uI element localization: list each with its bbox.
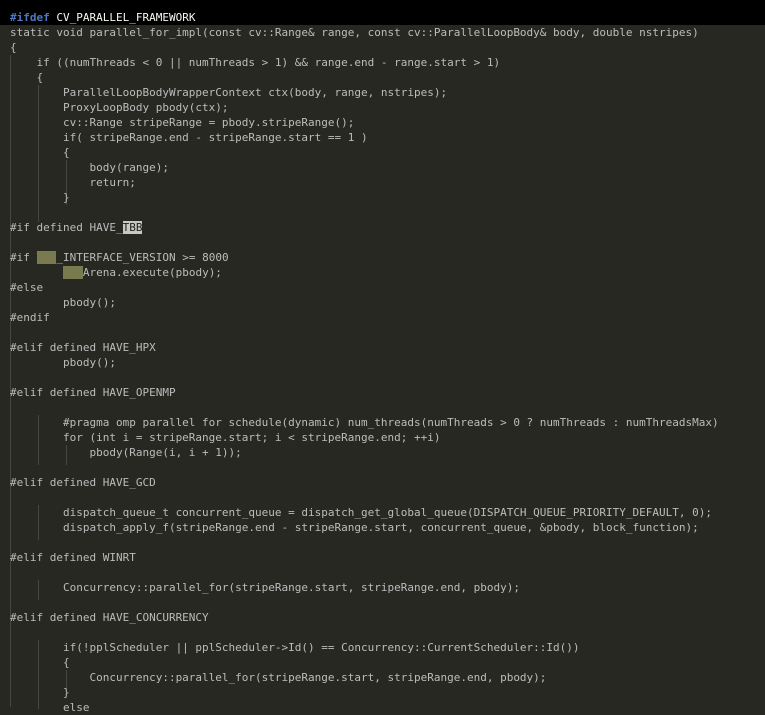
code-line[interactable]: { [10, 655, 70, 670]
code-line[interactable]: #if TBB_INTERFACE_VERSION >= 8000 [10, 250, 229, 265]
code-line[interactable]: #elif defined HAVE_GCD [10, 475, 156, 490]
code-line[interactable]: dispatch_apply_f(stripeRange.end - strip… [10, 520, 699, 535]
code-line[interactable]: { [10, 70, 43, 85]
code-line[interactable]: static void parallel_for_impl(const cv::… [10, 25, 699, 40]
code-text: _INTERFACE_VERSION >= 8000 [56, 251, 229, 264]
code-line[interactable]: #elif defined WINRT [10, 550, 136, 565]
code-text: #if [10, 251, 37, 264]
code-line[interactable]: Concurrency::parallel_for(stripeRange.st… [10, 580, 520, 595]
search-match-highlight: TBB [62, 266, 83, 279]
code-line[interactable]: else [10, 700, 90, 715]
code-line[interactable]: if(!pplScheduler || pplScheduler->Id() =… [10, 640, 580, 655]
code-line[interactable]: #if defined HAVE_TBB [10, 220, 143, 235]
code-line[interactable]: #pragma omp parallel for schedule(dynami… [10, 415, 719, 430]
code-line[interactable]: for (int i = stripeRange.start; i < stri… [10, 430, 441, 445]
code-line[interactable]: cv::Range stripeRange = pbody.stripeRang… [10, 115, 354, 130]
code-line[interactable]: dispatch_queue_t concurrent_queue = disp… [10, 505, 712, 520]
code-line[interactable]: #elif defined HAVE_OPENMP [10, 385, 176, 400]
code-line[interactable]: { [10, 40, 17, 55]
code-line[interactable]: #elif defined HAVE_CONCURRENCY [10, 610, 209, 625]
code-line[interactable]: #else [10, 280, 43, 295]
code-line[interactable]: ProxyLoopBody pbody(ctx); [10, 100, 229, 115]
code-line[interactable]: } [10, 685, 70, 700]
macro-name: CV_PARALLEL_FRAMEWORK [49, 11, 196, 24]
code-editor[interactable]: #ifdef CV_PARALLEL_FRAMEWORK static void… [0, 0, 765, 714]
code-line[interactable]: TBBArena.execute(pbody); [10, 265, 222, 280]
code-line[interactable]: if ((numThreads < 0 || numThreads > 1) &… [10, 55, 500, 70]
code-line[interactable]: #elif defined HAVE_HPX [10, 340, 156, 355]
code-line[interactable]: ParallelLoopBodyWrapperContext ctx(body,… [10, 85, 447, 100]
code-line[interactable]: Concurrency::parallel_for(stripeRange.st… [10, 670, 546, 685]
search-match-highlight: TBB [36, 251, 57, 264]
code-line[interactable]: body(range); [10, 160, 168, 175]
code-line[interactable]: } [10, 190, 70, 205]
code-text: Arena.execute(pbody); [82, 266, 222, 279]
code-line[interactable]: pbody(); [10, 355, 116, 370]
code-line[interactable]: pbody(Range(i, i + 1)); [10, 445, 241, 460]
code-line[interactable]: { [10, 145, 70, 160]
preprocessor-keyword: #ifdef [10, 11, 50, 24]
code-line[interactable]: pbody(); [10, 295, 116, 310]
code-text: #if defined HAVE_ [10, 221, 123, 234]
code-line[interactable]: #ifdef CV_PARALLEL_FRAMEWORK [10, 10, 195, 25]
code-line[interactable]: return; [10, 175, 135, 190]
search-match-highlight: TBB [122, 221, 143, 234]
code-line[interactable]: if( stripeRange.end - stripeRange.start … [10, 130, 368, 145]
code-line[interactable]: #endif [10, 310, 50, 325]
